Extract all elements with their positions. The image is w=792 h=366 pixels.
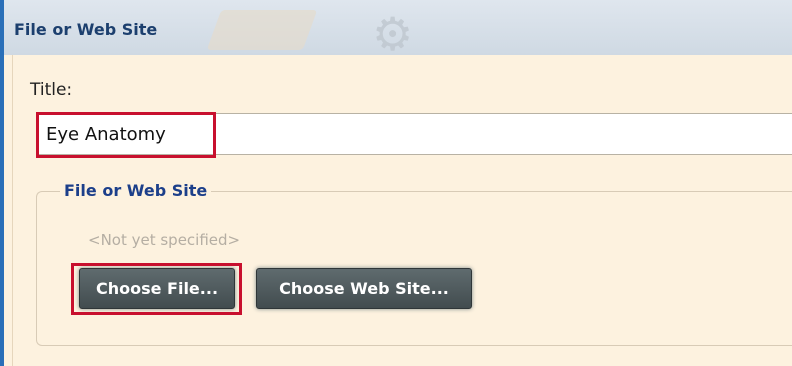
source-status-text: <Not yet specified> [88,231,241,249]
group-legend: File or Web Site [60,181,212,200]
title-label: Title: [30,80,73,100]
dialog-title: File or Web Site [14,20,158,39]
choose-web-site-button[interactable]: Choose Web Site... [256,268,472,309]
gear-icon: ⚙ [372,7,414,55]
title-input[interactable] [36,113,792,155]
dialog-header: ⚙ File or Web Site [4,0,792,55]
choose-file-button[interactable]: Choose File... [79,268,235,309]
document-watermark-icon [206,10,318,50]
